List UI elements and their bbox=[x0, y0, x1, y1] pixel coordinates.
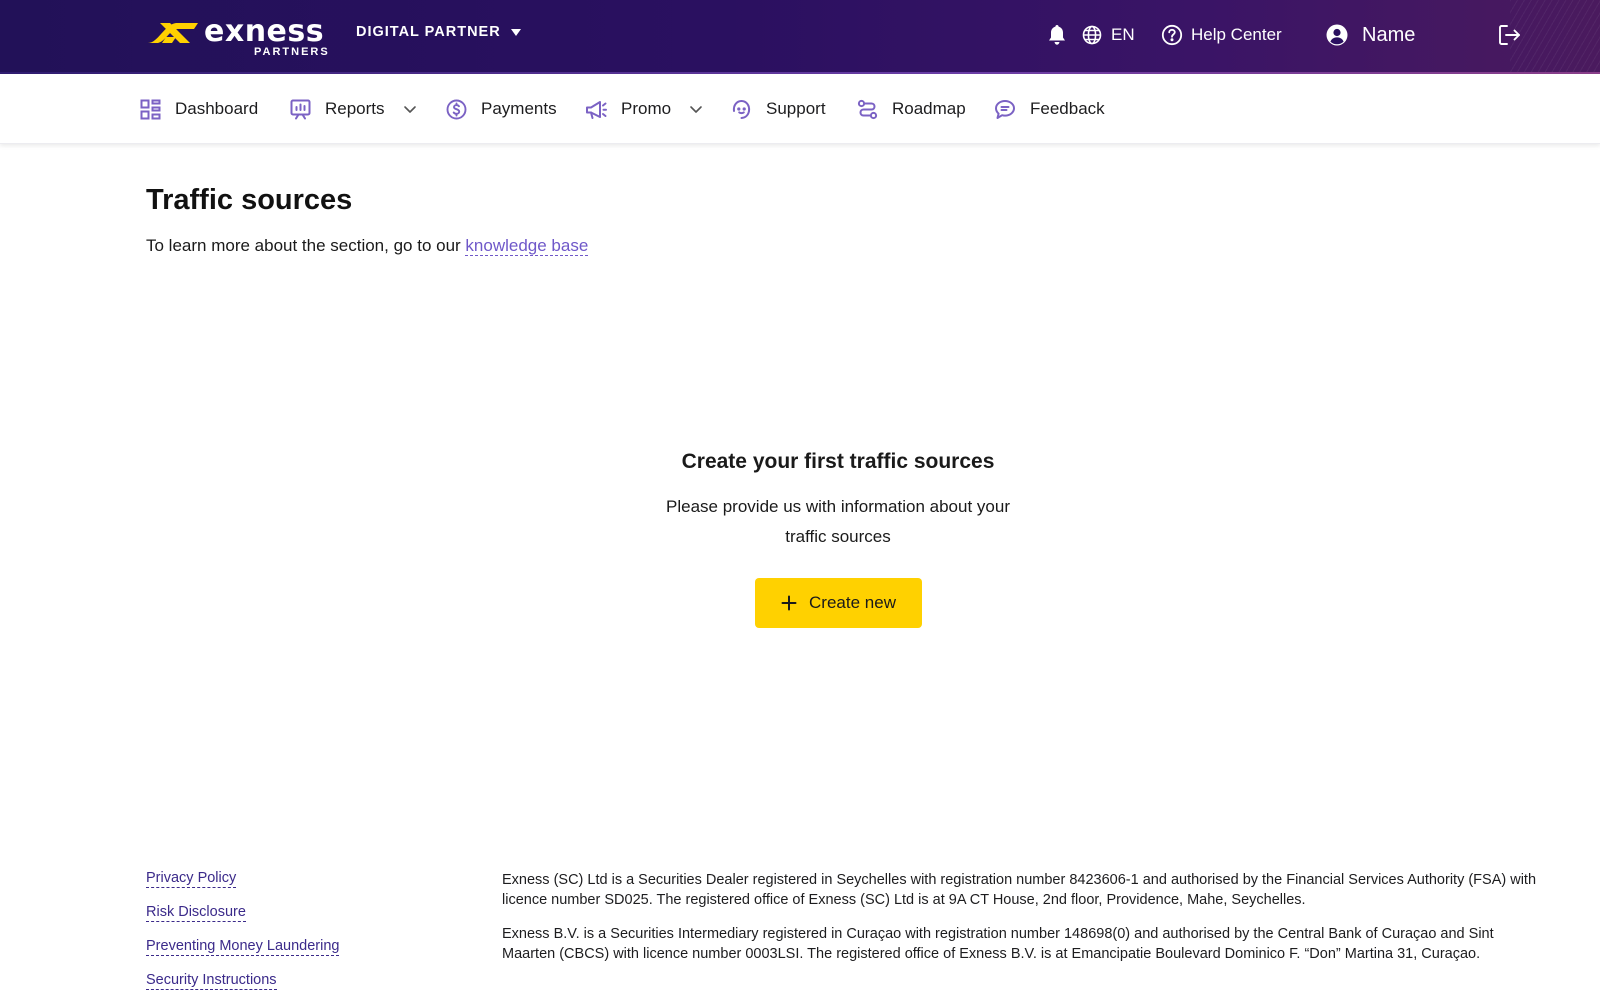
nav-label-reports: Reports bbox=[325, 99, 385, 118]
legal-paragraph: Exness (SC) Ltd is a Securities Dealer r… bbox=[502, 872, 1537, 908]
language-label: EN bbox=[1111, 25, 1135, 44]
intro-text: To learn more about the section, go to o… bbox=[146, 236, 589, 256]
plus-icon bbox=[781, 595, 797, 611]
logo-wordmark: exness bbox=[204, 14, 325, 49]
nav-label-support: Support bbox=[766, 99, 826, 118]
nav-item-promo[interactable]: Promo bbox=[585, 74, 703, 144]
logo-subtitle: PARTNERS bbox=[254, 46, 330, 58]
dashboard-icon bbox=[140, 99, 161, 119]
megaphone-icon bbox=[586, 100, 607, 119]
help-center-label: Help Center bbox=[1191, 25, 1282, 44]
logout-icon bbox=[1499, 25, 1520, 45]
nav-item-payments[interactable]: Payments bbox=[446, 74, 557, 144]
user-avatar-icon bbox=[1326, 24, 1348, 46]
language-selector[interactable]: EN bbox=[1082, 0, 1135, 70]
knowledge-base-link[interactable]: knowledge base bbox=[465, 236, 589, 256]
privacy-policy-link[interactable]: Privacy Policy bbox=[146, 870, 237, 888]
reports-icon bbox=[290, 99, 311, 119]
user-menu[interactable]: Name bbox=[1326, 0, 1415, 70]
support-icon bbox=[732, 99, 751, 119]
nav-item-feedback[interactable]: Feedback bbox=[994, 74, 1105, 144]
help-center-link[interactable]: Help Center bbox=[1161, 0, 1282, 70]
help-circle-icon bbox=[1161, 24, 1183, 46]
globe-icon bbox=[1082, 25, 1102, 45]
user-name: Name bbox=[1362, 23, 1416, 46]
preventing-money-laundering-link[interactable]: Preventing Money Laundering bbox=[146, 938, 340, 956]
nav-item-roadmap[interactable]: Roadmap bbox=[857, 74, 966, 144]
main-navigation: Dashboard Reports Payments Promo Support… bbox=[0, 74, 1600, 144]
top-header: exness PARTNERS DIGITAL PARTNER EN Help … bbox=[0, 0, 1600, 73]
nav-label-promo: Promo bbox=[621, 99, 672, 118]
exness-logo-mark-icon bbox=[148, 23, 198, 43]
create-new-button[interactable]: Create new bbox=[755, 578, 922, 628]
legal-paragraph: Exness B.V. is a Securities Intermediary… bbox=[502, 926, 1494, 962]
risk-disclosure-link[interactable]: Risk Disclosure bbox=[146, 904, 246, 922]
nav-item-support[interactable]: Support bbox=[731, 74, 826, 144]
empty-state-description: Please provide us with information about… bbox=[666, 497, 1010, 546]
security-instructions-link[interactable]: Security Instructions bbox=[146, 972, 277, 990]
roadmap-icon bbox=[857, 99, 878, 119]
notifications-button[interactable] bbox=[1047, 0, 1067, 70]
dollar-icon bbox=[446, 99, 467, 119]
nav-label-payments: Payments bbox=[481, 99, 557, 118]
empty-state-title: Create your first traffic sources bbox=[681, 450, 995, 473]
chevron-down-icon bbox=[690, 105, 702, 113]
exness-partners-logo[interactable]: exness PARTNERS bbox=[146, 14, 328, 58]
nav-item-dashboard[interactable]: Dashboard bbox=[140, 74, 258, 144]
nav-item-reports[interactable]: Reports bbox=[290, 74, 417, 144]
page-title: Traffic sources bbox=[146, 184, 353, 216]
partner-type-dropdown[interactable]: DIGITAL PARTNER bbox=[356, 24, 521, 40]
bell-icon bbox=[1049, 25, 1065, 45]
footer-links: Privacy Policy Risk Disclosure Preventin… bbox=[146, 870, 340, 990]
legal-disclaimer: Exness (SC) Ltd is a Securities Dealer r… bbox=[502, 870, 1537, 964]
caret-down-icon bbox=[510, 29, 521, 36]
intro-text-lead: To learn more about the section, go to o… bbox=[146, 236, 466, 255]
nav-label-dashboard: Dashboard bbox=[175, 99, 259, 118]
create-new-label: Create new bbox=[809, 593, 896, 612]
feedback-icon bbox=[995, 99, 1015, 119]
nav-label-roadmap: Roadmap bbox=[892, 99, 966, 118]
logout-button[interactable] bbox=[1498, 0, 1522, 70]
partner-type-label: DIGITAL PARTNER bbox=[356, 24, 501, 40]
nav-label-feedback: Feedback bbox=[1030, 99, 1105, 118]
chevron-down-icon bbox=[403, 105, 416, 113]
